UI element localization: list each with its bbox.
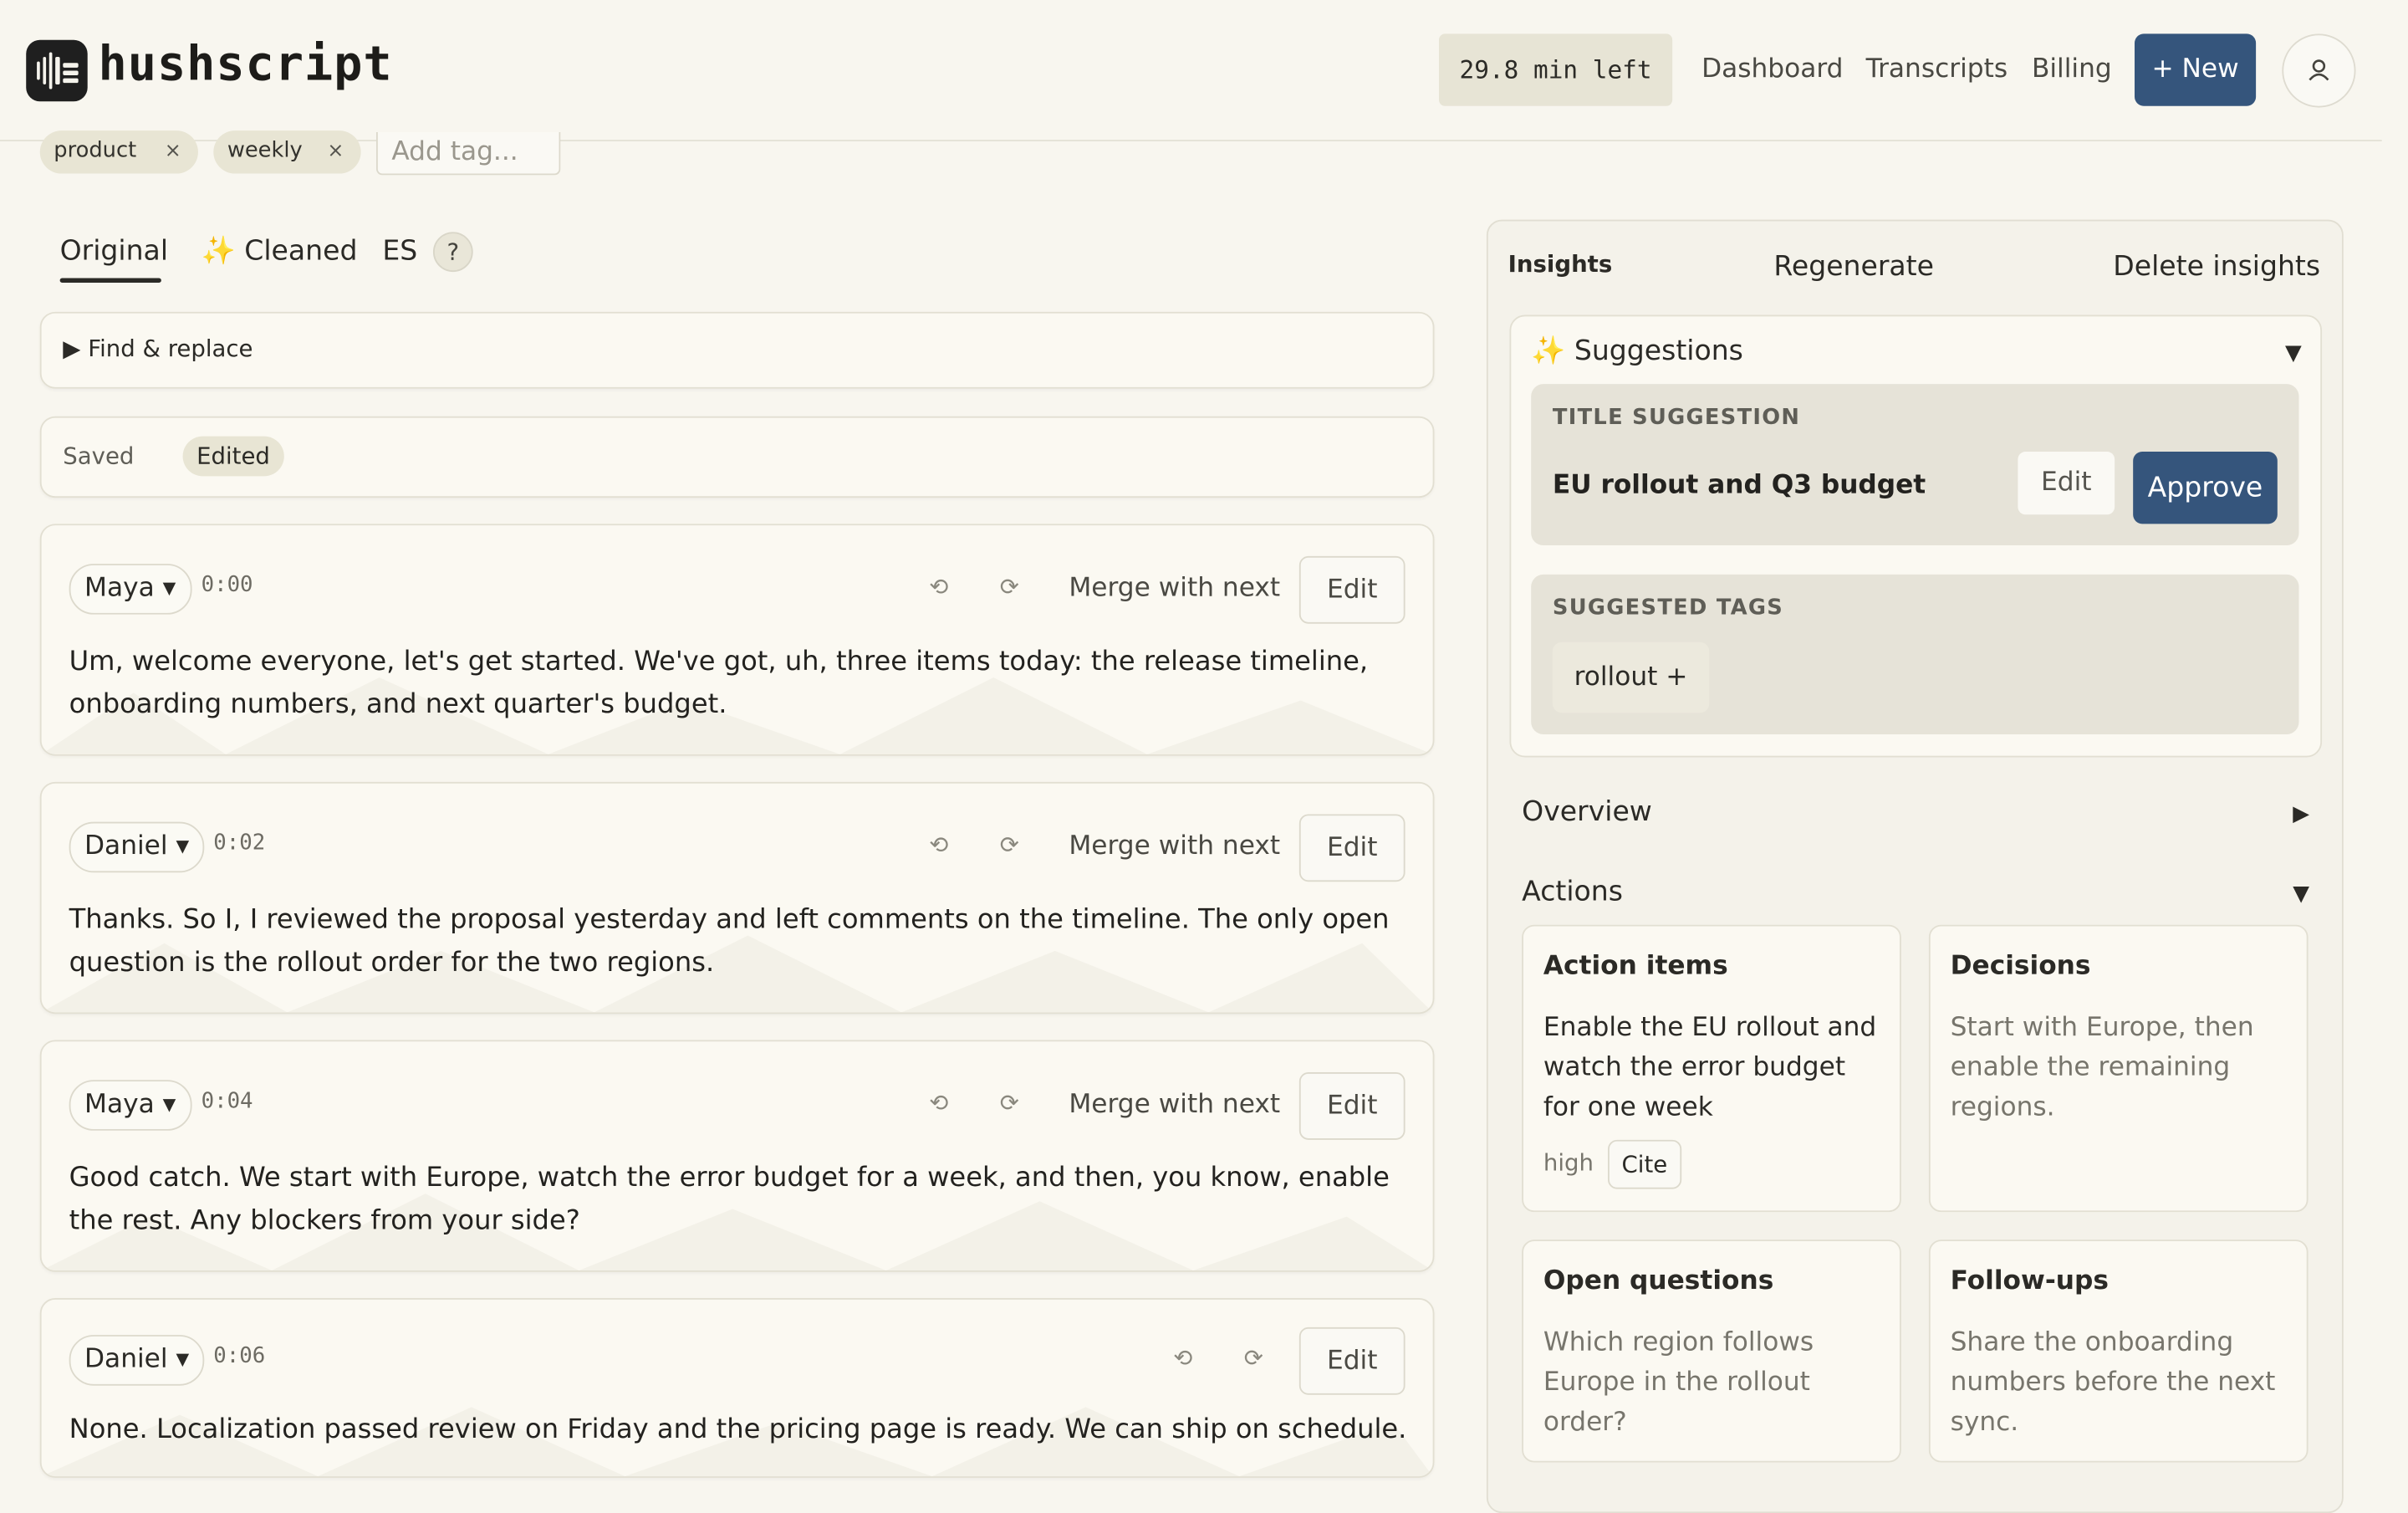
overview-toggle[interactable]: Overview: [1522, 795, 1652, 828]
edit-title-suggestion-button[interactable]: Edit: [2018, 451, 2115, 515]
redo-icon[interactable]: ⟳: [1244, 1346, 1268, 1370]
action-item-text: Enable the EU rollout and watch the erro…: [1543, 1012, 1877, 1123]
decisions-card: Decisions Start with Europe, then enable…: [1928, 924, 2309, 1213]
nav-billing[interactable]: Billing: [2032, 54, 2112, 84]
approve-title-button[interactable]: Approve: [2133, 451, 2278, 524]
chevron-down-icon[interactable]: ▼: [2293, 882, 2309, 906]
transcript-segment: Maya ▾ 0:04 ⟲ ⟳ Merge with next Edit Goo…: [39, 1040, 1435, 1272]
segment-text: Good catch. We start with Europe, watch …: [69, 1163, 1390, 1237]
suggested-tag-chip[interactable]: rollout +: [1552, 641, 1710, 713]
title-suggestion-box: TITLE SUGGESTION EU rollout and Q3 budge…: [1531, 384, 2299, 546]
save-status-bar: Saved Edited: [39, 416, 1435, 498]
suggestions-toggle[interactable]: ✨ Suggestions: [1531, 335, 1743, 367]
timestamp[interactable]: 0:00: [202, 573, 253, 597]
undo-icon[interactable]: ⟲: [929, 1091, 953, 1115]
minutes-left-badge: 29.8 min left: [1438, 33, 1673, 106]
tab-language-es[interactable]: ES: [382, 235, 417, 268]
speaker-select[interactable]: Maya ▾: [69, 564, 191, 615]
redo-icon[interactable]: ⟳: [1000, 1091, 1024, 1115]
nav-dashboard[interactable]: Dashboard: [1701, 54, 1843, 84]
suggested-tags-box: SUGGESTED TAGS rollout +: [1531, 574, 2299, 734]
timestamp[interactable]: 0:06: [213, 1344, 265, 1368]
tag-chip-weekly: weekly ×: [213, 130, 361, 174]
transcript-segment: Daniel ▾ 0:02 ⟲ ⟳ Merge with next Edit T…: [39, 781, 1435, 1015]
nav-transcripts[interactable]: Transcripts: [1866, 54, 2008, 84]
segment-text: Thanks. So I, I reviewed the proposal ye…: [69, 904, 1390, 979]
chevron-right-icon[interactable]: ▶: [2293, 802, 2309, 826]
chevron-down-icon[interactable]: ▼: [2285, 341, 2302, 365]
actions-toggle[interactable]: Actions: [1522, 876, 1623, 908]
logo-icon[interactable]: [26, 39, 88, 102]
saved-status: Saved: [63, 442, 135, 471]
user-icon: [2309, 59, 2329, 81]
tag-chip-product: product ×: [39, 130, 198, 174]
follow-ups-card: Follow-ups Share the onboarding numbers …: [1928, 1240, 2309, 1463]
find-replace-panel[interactable]: ▶ Find & replace: [39, 311, 1435, 389]
merge-with-next-button[interactable]: Merge with next: [1069, 831, 1280, 862]
remove-tag-icon[interactable]: ×: [165, 130, 181, 172]
page: hushscript 29.8 min left Dashboard Trans…: [0, 0, 2408, 1513]
follow-ups-heading: Follow-ups: [1950, 1265, 2109, 1297]
insights-panel: Insights Regenerate Delete insights ✨ Su…: [1486, 219, 2344, 1513]
action-items-card: Action items Enable the EU rollout and w…: [1522, 924, 1901, 1213]
open-questions-card: Open questions Which region follows Euro…: [1522, 1240, 1901, 1463]
edit-segment-button[interactable]: Edit: [1298, 1326, 1406, 1395]
decisions-heading: Decisions: [1950, 950, 2091, 982]
tag-label: weekly: [227, 138, 303, 163]
insights-heading: Insights: [1508, 250, 1613, 279]
follow-up-text: Share the onboarding numbers before the …: [1950, 1326, 2276, 1439]
undo-icon[interactable]: ⟲: [929, 575, 953, 599]
transcript-segment: Maya ▾ 0:00 ⟲ ⟳ Merge with next Edit Um,…: [39, 524, 1435, 756]
tab-original[interactable]: Original: [60, 235, 168, 268]
logo-text[interactable]: hushscript: [99, 37, 393, 92]
segment-text: None. Localization passed review on Frid…: [69, 1414, 1407, 1446]
suggested-tags-heading: SUGGESTED TAGS: [1552, 595, 1784, 621]
decision-text: Start with Europe, then enable the remai…: [1950, 1012, 2254, 1123]
redo-icon[interactable]: ⟳: [1000, 575, 1024, 599]
active-tab-indicator: [59, 278, 161, 283]
transcript-segment: Daniel ▾ 0:06 ⟲ ⟳ Edit None. Localizatio…: [39, 1298, 1435, 1478]
undo-icon[interactable]: ⟲: [929, 832, 953, 856]
open-question-text: Which region follows Europe in the rollo…: [1543, 1326, 1814, 1439]
remove-tag-icon[interactable]: ×: [327, 130, 344, 172]
tag-label: product: [54, 138, 137, 163]
merge-with-next-button[interactable]: Merge with next: [1069, 1089, 1280, 1120]
action-items-heading: Action items: [1543, 950, 1728, 982]
edit-segment-button[interactable]: Edit: [1298, 814, 1406, 882]
segment-text: Um, welcome everyone, let's get started.…: [69, 647, 1369, 721]
open-questions-heading: Open questions: [1543, 1265, 1774, 1297]
suggestions-card: ✨ Suggestions ▼ TITLE SUGGESTION EU roll…: [1509, 314, 2323, 758]
regenerate-button[interactable]: Regenerate: [1773, 250, 1934, 283]
cite-button[interactable]: Cite: [1608, 1139, 1681, 1189]
edit-segment-button[interactable]: Edit: [1298, 1072, 1406, 1140]
new-button[interactable]: + New: [2135, 33, 2257, 106]
speaker-select[interactable]: Daniel ▾: [69, 1335, 205, 1386]
undo-icon[interactable]: ⟲: [1173, 1346, 1197, 1370]
timestamp[interactable]: 0:04: [202, 1089, 253, 1113]
delete-insights-button[interactable]: Delete insights: [2113, 250, 2320, 283]
add-tag-input[interactable]: Add tag...: [375, 131, 561, 176]
edited-badge: Edited: [182, 436, 284, 477]
title-suggestion-text: EU rollout and Q3 budget: [1552, 470, 1926, 501]
timestamp[interactable]: 0:02: [213, 831, 265, 856]
help-icon[interactable]: ?: [432, 232, 473, 273]
edit-segment-button[interactable]: Edit: [1298, 555, 1406, 624]
redo-icon[interactable]: ⟳: [1000, 832, 1024, 856]
merge-with-next-button[interactable]: Merge with next: [1069, 573, 1280, 604]
find-replace-toggle[interactable]: ▶ Find & replace: [63, 335, 253, 362]
speaker-select[interactable]: Maya ▾: [69, 1080, 191, 1131]
speaker-select[interactable]: Daniel ▾: [69, 821, 205, 873]
priority-label: high: [1543, 1148, 1594, 1177]
title-suggestion-heading: TITLE SUGGESTION: [1552, 405, 1801, 431]
tab-cleaned[interactable]: ✨ Cleaned: [202, 235, 358, 268]
top-bar: hushscript 29.8 min left Dashboard Trans…: [0, 0, 2382, 141]
user-menu-button[interactable]: [2282, 33, 2356, 108]
